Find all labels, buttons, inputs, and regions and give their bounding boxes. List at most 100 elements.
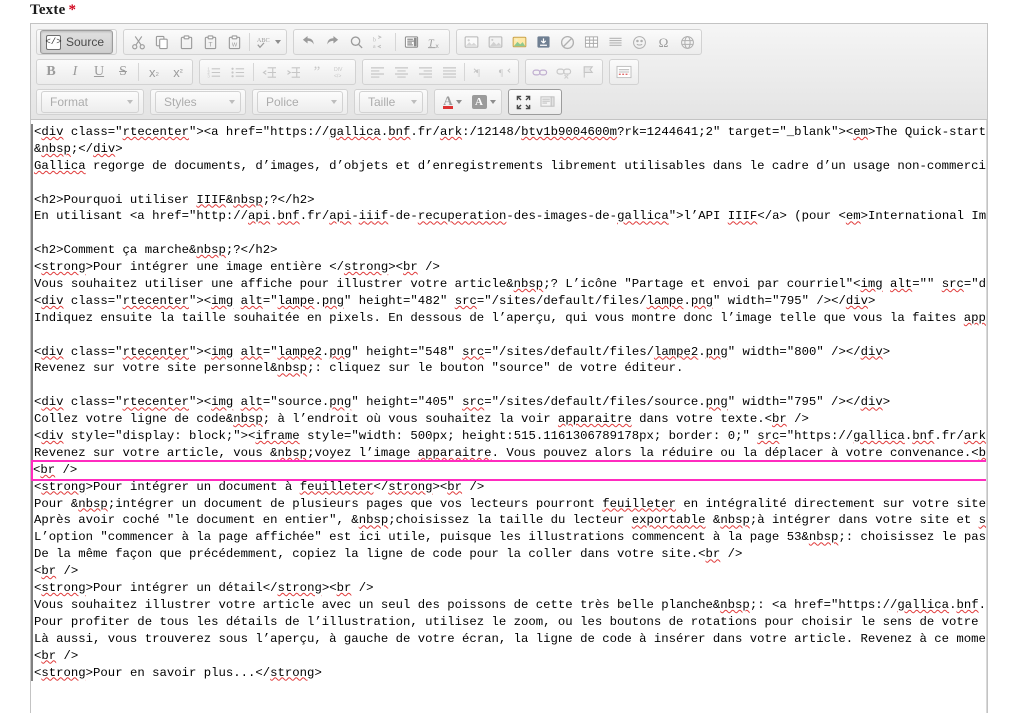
link-icon[interactable] — [529, 61, 551, 83]
ltr-icon[interactable]: ¶ — [469, 61, 491, 83]
unlink-icon[interactable] — [553, 61, 575, 83]
about-icon[interactable] — [536, 91, 558, 113]
underline-icon[interactable]: U — [88, 61, 110, 83]
numbered-list-icon[interactable]: 123 — [203, 61, 225, 83]
source-line-highlighted: <br /> — [31, 459, 987, 481]
rtl-icon[interactable]: ¶ — [493, 61, 515, 83]
source-line: Vous souhaitez utiliser une affiche pour… — [34, 277, 987, 292]
strikethrough-icon[interactable]: S — [112, 61, 134, 83]
find-icon[interactable] — [345, 31, 367, 53]
paste-text-icon[interactable]: T — [199, 31, 221, 53]
chevron-down-icon — [275, 40, 282, 44]
select-all-icon[interactable] — [400, 31, 422, 53]
superscript-icon[interactable]: x² — [167, 61, 189, 83]
source-line: <strong>Pour intégrer un détail</strong>… — [34, 581, 374, 596]
page-title: Texte * — [30, 2, 76, 19]
source-group: </> Source — [36, 29, 118, 55]
spellcheck-icon[interactable]: ABC — [254, 31, 283, 53]
background-color-button[interactable]: A — [469, 91, 498, 113]
text-color-button[interactable]: A — [438, 91, 467, 113]
toolbar-separator — [253, 63, 254, 81]
image-icon[interactable] — [460, 31, 482, 53]
svg-text:3: 3 — [207, 73, 210, 78]
undo-icon[interactable] — [297, 31, 319, 53]
source-line — [34, 377, 987, 394]
source-line: Vous souhaitez illustrer votre article a… — [34, 597, 987, 612]
paste-icon[interactable] — [175, 31, 197, 53]
chevron-down-icon — [331, 100, 337, 104]
align-left-icon[interactable] — [366, 61, 388, 83]
source-line: Là aussi, vous trouverez sous l’aperçu, … — [34, 631, 987, 646]
cut-icon[interactable] — [127, 31, 149, 53]
svg-text:x: x — [436, 43, 440, 50]
svg-text:T: T — [208, 41, 212, 48]
source-mode-button[interactable]: </> Source — [40, 30, 114, 54]
media-icon[interactable] — [484, 31, 506, 53]
svg-text:W: W — [231, 42, 237, 48]
align-right-icon[interactable] — [414, 61, 436, 83]
toolbar-row-1: </> Source T W ABC b a T x Ω — [33, 27, 985, 57]
source-line — [34, 175, 987, 192]
italic-icon[interactable]: I — [64, 61, 86, 83]
field-label-text: Texte — [30, 2, 66, 18]
horizontal-rule-icon[interactable] — [604, 31, 626, 53]
source-line: <h2>Pourquoi utiliser IIIF&nbsp;?</h2> — [34, 192, 315, 207]
source-line: <div style="display: block;"><iframe sty… — [34, 429, 987, 444]
toolbar-separator — [249, 33, 251, 51]
toolbar-row-2: B I U S x₂ x² 123 ” DIV </> ¶ ¶ — [33, 57, 985, 87]
blockquote-icon[interactable]: ” — [306, 61, 328, 83]
align-center-icon[interactable] — [390, 61, 412, 83]
editor-toolbar: </> Source T W ABC b a T x Ω B I U S x ₂… — [31, 24, 987, 120]
source-line: <strong>Pour intégrer une image entière … — [34, 260, 440, 275]
no-entry-icon[interactable] — [556, 31, 578, 53]
justify-icon[interactable] — [438, 61, 460, 83]
rich-text-editor: </> Source T W ABC b a T x Ω B I U S x ₂… — [30, 23, 988, 713]
format-combo[interactable]: Format — [41, 91, 139, 113]
textarea-right-edge — [986, 120, 987, 713]
svg-text:DIV: DIV — [333, 67, 342, 73]
source-line — [34, 225, 987, 242]
maximize-icon[interactable] — [512, 91, 534, 113]
create-div-icon[interactable]: DIV </> — [330, 61, 352, 83]
format-combo-label: Format — [50, 95, 89, 109]
paste-word-icon[interactable]: W — [223, 31, 245, 53]
svg-text:</>: </> — [333, 74, 340, 79]
toolbar-separator — [138, 63, 139, 81]
globe-icon[interactable] — [676, 31, 698, 53]
show-blocks-group — [609, 59, 639, 85]
redo-icon[interactable] — [321, 31, 343, 53]
source-code-content[interactable]: <div class="rtecenter"><a href="https://… — [31, 124, 987, 682]
text-color-label: A — [443, 93, 453, 109]
chevron-down-icon — [229, 100, 235, 104]
chevron-down-icon — [489, 100, 496, 104]
source-line: Revenez sur votre site personnel&nbsp;: … — [34, 361, 684, 376]
svg-text:¶: ¶ — [498, 69, 503, 79]
anchor-icon[interactable] — [577, 61, 599, 83]
bold-icon[interactable]: B — [40, 61, 62, 83]
subscript-icon[interactable]: x₂ — [143, 61, 165, 83]
source-line: Pour &nbsp;intégrer un document de plusi… — [34, 496, 987, 511]
bulleted-list-icon[interactable] — [227, 61, 249, 83]
remove-format-icon[interactable]: Tx — [424, 31, 446, 53]
source-line: <br /> — [34, 648, 79, 663]
indent-icon[interactable] — [282, 61, 304, 83]
download-icon[interactable] — [532, 31, 554, 53]
image-browser-icon[interactable] — [508, 31, 530, 53]
replace-icon[interactable]: ba — [369, 31, 391, 53]
styles-combo-label: Styles — [164, 95, 197, 109]
smiley-icon[interactable] — [628, 31, 650, 53]
chevron-down-icon — [127, 100, 133, 104]
table-icon[interactable] — [580, 31, 602, 53]
styles-combo[interactable]: Styles — [155, 91, 241, 113]
ckeditor-text-field-page: Texte * </> Source T W ABC b a T x Ω B I… — [0, 0, 1009, 713]
omega-icon[interactable]: Ω — [652, 31, 674, 53]
copy-icon[interactable] — [151, 31, 173, 53]
font-group: Police — [252, 89, 348, 115]
size-combo[interactable]: Taille — [359, 91, 423, 113]
source-code-icon: </> — [45, 34, 62, 50]
styles-group: Styles — [150, 89, 246, 115]
outdent-icon[interactable] — [258, 61, 280, 83]
source-code-textarea[interactable]: <div class="rtecenter"><a href="https://… — [31, 120, 987, 713]
show-blocks-icon[interactable] — [613, 61, 635, 83]
font-combo[interactable]: Police — [257, 91, 343, 113]
